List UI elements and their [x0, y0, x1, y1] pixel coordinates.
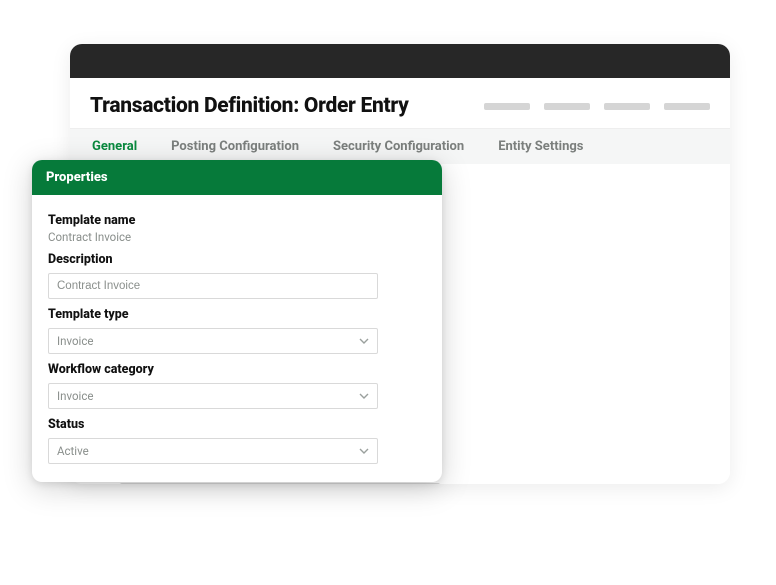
- value-template-name: Contract Invoice: [48, 230, 426, 244]
- tab-entity-settings[interactable]: Entity Settings: [496, 129, 585, 164]
- workflow-category-value: Invoice: [57, 389, 93, 403]
- label-template-name: Template name: [48, 213, 426, 228]
- window-titlebar: [70, 44, 730, 78]
- tabs: General Posting Configuration Security C…: [70, 128, 730, 164]
- field-status: Status Active: [48, 417, 426, 464]
- label-description: Description: [48, 252, 426, 267]
- field-template-type: Template type Invoice: [48, 307, 426, 354]
- header-actions: [484, 103, 710, 110]
- field-description: Description: [48, 252, 426, 299]
- label-template-type: Template type: [48, 307, 426, 322]
- tab-general[interactable]: General: [90, 129, 139, 164]
- properties-card: Properties Template name Contract Invoic…: [32, 160, 442, 482]
- field-workflow-category: Workflow category Invoice: [48, 362, 426, 409]
- status-select[interactable]: Active: [48, 438, 378, 464]
- page-header: Transaction Definition: Order Entry: [70, 78, 730, 128]
- chevron-down-icon: [359, 446, 369, 456]
- header-action-placeholder: [604, 103, 650, 110]
- template-type-select[interactable]: Invoice: [48, 328, 378, 354]
- tab-posting-configuration[interactable]: Posting Configuration: [169, 129, 301, 164]
- page-title: Transaction Definition: Order Entry: [90, 94, 409, 118]
- tab-security-configuration[interactable]: Security Configuration: [331, 129, 466, 164]
- label-status: Status: [48, 417, 426, 432]
- chevron-down-icon: [359, 391, 369, 401]
- numbering-sequence-select[interactable]: [120, 483, 440, 484]
- template-type-value: Invoice: [57, 334, 93, 348]
- workflow-category-select[interactable]: Invoice: [48, 383, 378, 409]
- header-action-placeholder: [484, 103, 530, 110]
- chevron-down-icon: [359, 336, 369, 346]
- status-value: Active: [57, 444, 89, 458]
- properties-card-body: Template name Contract Invoice Descripti…: [32, 195, 442, 482]
- header-action-placeholder: [664, 103, 710, 110]
- properties-card-title: Properties: [32, 160, 442, 195]
- label-workflow-category: Workflow category: [48, 362, 426, 377]
- header-action-placeholder: [544, 103, 590, 110]
- field-template-name: Template name Contract Invoice: [48, 213, 426, 244]
- description-input[interactable]: [48, 273, 378, 299]
